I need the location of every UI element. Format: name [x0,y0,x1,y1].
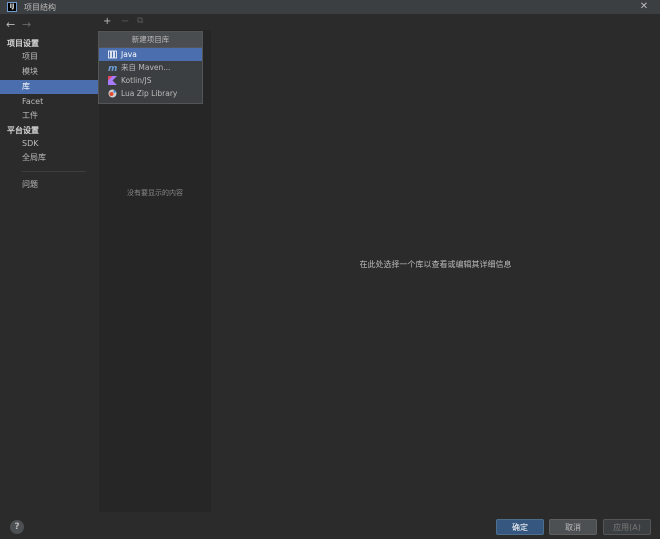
sidebar-item-project[interactable]: 项目 [0,50,99,64]
forward-arrow-icon[interactable]: → [22,18,31,31]
popup-item-java[interactable]: Java [99,48,202,61]
platform-settings-header: 平台设置 [7,126,39,135]
popup-item-kotlin-js[interactable]: Kotlin/JS [99,74,202,87]
empty-list-text: 没有要显示的内容 [127,189,183,197]
kotlin-icon [108,76,117,85]
sidebar-item-artifacts[interactable]: 工件 [0,109,99,123]
help-icon[interactable]: ? [10,520,24,534]
window-title: 项目结构 [24,3,56,12]
close-icon[interactable]: ✕ [638,1,650,13]
sidebar-item-facet[interactable]: Facet [0,95,99,109]
project-settings-header: 项目设置 [7,39,39,48]
maven-icon: m [108,64,117,72]
cancel-button[interactable]: 取消 [549,519,597,535]
add-icon[interactable]: + [103,16,111,27]
intellij-app-icon: IJ [7,2,17,12]
popup-item-label: 来自 Maven... [121,63,171,72]
sidebar-item-modules[interactable]: 模块 [0,65,99,79]
copy-icon[interactable]: ⧉ [137,16,143,26]
java-library-icon [108,50,117,59]
back-arrow-icon[interactable]: ← [6,18,15,31]
popup-item-maven[interactable]: m 来自 Maven... [99,61,202,74]
sidebar-item-global-libraries[interactable]: 全局库 [0,151,99,165]
sidebar-divider [22,171,86,172]
popup-item-lua-zip-library[interactable]: Lua Zip Library [99,87,202,100]
title-bar: IJ 项目结构 ✕ [0,0,660,14]
ok-button[interactable]: 确定 [496,519,544,535]
sidebar-item-libraries[interactable]: 库 [0,80,99,94]
remove-icon[interactable]: − [121,16,129,27]
popup-item-label: Lua Zip Library [121,89,178,98]
library-toolbar: + − ⧉ [99,16,211,30]
lua-icon [108,89,117,98]
popup-item-label: Kotlin/JS [121,76,152,85]
apply-button[interactable]: 应用(A) [603,519,651,535]
popup-item-label: Java [121,50,137,59]
new-library-popup: 新建项目库 Java m 来自 Maven... Kotlin/JS Lua Z… [98,31,203,104]
popup-title: 新建项目库 [99,32,202,48]
sidebar-item-problems[interactable]: 问题 [0,178,99,192]
svg-text:m: m [108,64,117,72]
detail-hint-text: 在此处选择一个库以查看或编辑其详细信息 [359,260,512,269]
sidebar-item-sdk[interactable]: SDK [0,137,99,151]
